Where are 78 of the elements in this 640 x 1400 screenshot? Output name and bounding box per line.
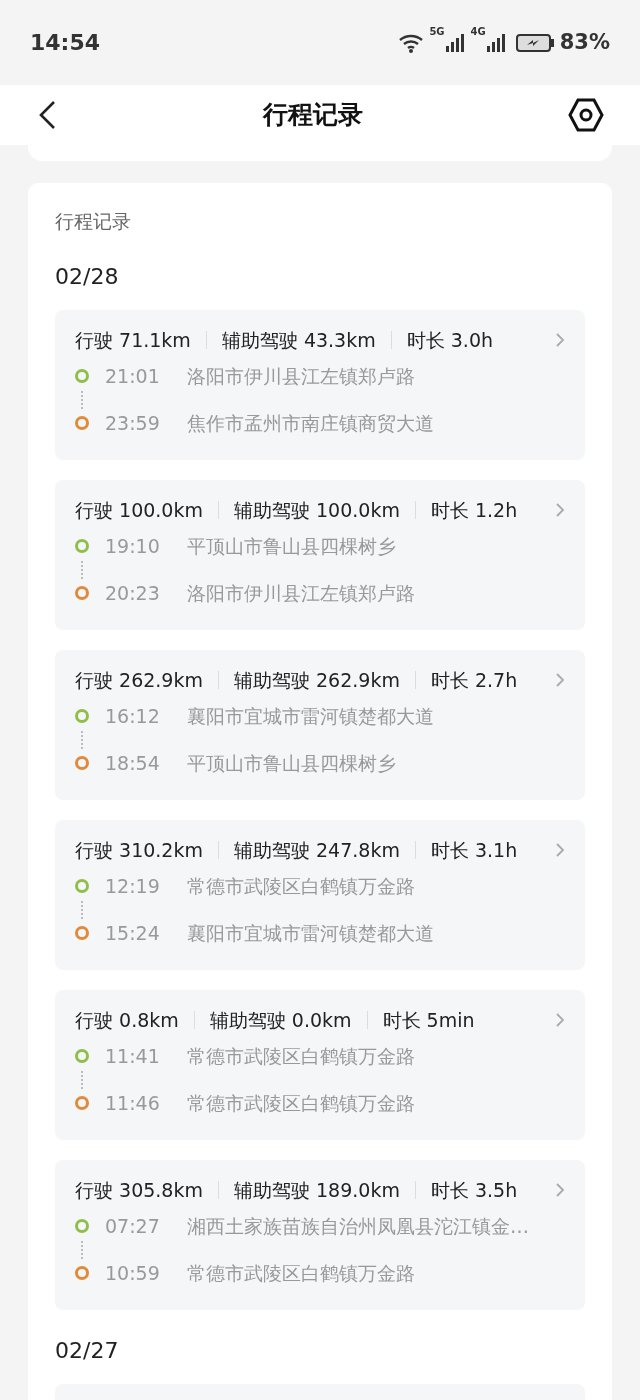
end-time: 10:59 [105, 1260, 161, 1286]
route-point-icon [75, 369, 89, 384]
trip-card[interactable]: 行驶 305.8km 辅助驾驶 189.0km 时长 3.5h 07:27 湘西土家族苗族自治州凤凰县沱江镇金… 10:59 常德市武陵区白鹤镇万金路 [55, 1159, 585, 1310]
chevron-right-icon[interactable] [555, 671, 565, 688]
distance-stat: 行驶 310.2km [75, 837, 203, 863]
start-time: 19:10 [105, 534, 161, 559]
duration-stat: 时长 3.1h [430, 837, 518, 863]
end-location: 襄阳市宜城市雷河镇楚都大道 [187, 920, 434, 946]
end-time: 23:59 [105, 410, 161, 436]
start-location: 常德市武陵区白鹤镇万金路 [187, 874, 415, 899]
start-time: 12:19 [105, 874, 161, 899]
assisted-driving-stat: 辅助驾驶 0.0km [209, 1007, 352, 1033]
end-location: 平顶山市鲁山县四棵树乡 [187, 750, 396, 776]
assisted-driving-stat: 辅助驾驶 189.0km [233, 1177, 400, 1203]
trip-card[interactable]: 行驶 71.1km 辅助驾驶 43.3km 时长 3.0h 21:01 洛阳市伊川县江左镇郑卢路 23:59 焦作市孟州市南庄镇商贸大道 [55, 309, 585, 460]
clock-time: 14:54 [30, 29, 101, 57]
route-point-icon [75, 415, 89, 430]
network-label: 4G [470, 26, 486, 37]
chevron-right-icon[interactable] [555, 331, 565, 348]
section-title: 行程记录 [55, 209, 132, 234]
route-point-icon [75, 1095, 89, 1110]
settings-icon[interactable] [568, 98, 604, 132]
distance-stat: 行驶 71.1km [75, 327, 191, 353]
chevron-right-icon[interactable] [555, 1011, 565, 1028]
trip-card[interactable]: 行驶 100.0km 辅助驾驶 100.0km 时长 1.2h 19:10 平顶山市鲁山县四棵树乡 20:23 洛阳市伊川县江左镇郑卢路 [55, 479, 585, 630]
distance-stat: 行驶 100.0km [75, 497, 203, 523]
signal-icon [485, 32, 508, 53]
date-heading: 02/27 [55, 1339, 120, 1362]
end-time: 15:24 [105, 920, 161, 946]
assisted-driving-stat: 辅助驾驶 247.8km [233, 837, 400, 863]
route-point-icon [75, 1265, 89, 1280]
network-label: 5G [429, 26, 445, 37]
route-point-icon [75, 585, 89, 600]
route-point-icon [75, 539, 89, 554]
end-location: 焦作市孟州市南庄镇商贸大道 [187, 410, 434, 436]
start-time: 21:01 [105, 364, 161, 389]
duration-stat: 时长 3.5h [430, 1177, 518, 1203]
duration-stat: 时长 2.7h [430, 667, 518, 693]
route-point-icon [75, 879, 89, 894]
start-location: 洛阳市伊川县江左镇郑卢路 [187, 364, 415, 389]
chevron-right-icon[interactable] [555, 501, 565, 518]
battery-charging-icon [515, 32, 556, 53]
distance-stat: 行驶 305.8km [75, 1177, 203, 1203]
start-location: 襄阳市宜城市雷河镇楚都大道 [187, 704, 434, 729]
start-location: 湘西土家族苗族自治州凤凰县沱江镇金… [187, 1214, 529, 1239]
route-point-icon [75, 1049, 89, 1064]
end-time: 18:54 [105, 750, 161, 776]
signal-icon [444, 32, 467, 53]
start-time: 16:12 [105, 704, 161, 729]
duration-stat: 时长 3.0h [406, 327, 494, 353]
assisted-driving-stat: 辅助驾驶 43.3km [221, 327, 376, 353]
battery-percentage: 83% [559, 28, 610, 56]
route-point-icon [75, 1219, 89, 1234]
end-location: 常德市武陵区白鹤镇万金路 [187, 1090, 415, 1116]
end-time: 20:23 [105, 580, 161, 606]
date-heading: 02/28 [55, 265, 120, 288]
end-location: 洛阳市伊川县江左镇郑卢路 [187, 580, 415, 606]
route-point-icon [75, 755, 89, 770]
start-location: 常德市武陵区白鹤镇万金路 [187, 1044, 415, 1069]
distance-stat: 行驶 262.9km [75, 667, 203, 693]
start-location: 平顶山市鲁山县四棵树乡 [187, 534, 396, 559]
end-time: 11:46 [105, 1090, 161, 1116]
distance-stat: 行驶 0.8km [75, 1007, 179, 1033]
page-title: 行程记录 [263, 99, 363, 132]
trip-card[interactable]: 行驶 0.8km 辅助驾驶 0.0km 时长 5min 11:41 常德市武陵区白鹤镇万金路 11:46 常德市武陵区白鹤镇万金路 [55, 989, 585, 1140]
duration-stat: 时长 5min [382, 1007, 475, 1033]
duration-stat: 时长 1.2h [430, 497, 518, 523]
trip-card[interactable]: 行驶 310.2km 辅助驾驶 247.8km 时长 3.1h 12:19 常德市武陵区白鹤镇万金路 15:24 襄阳市宜城市雷河镇楚都大道 [55, 819, 585, 970]
assisted-driving-stat: 辅助驾驶 262.9km [233, 667, 400, 693]
assisted-driving-stat: 辅助驾驶 100.0km [233, 497, 400, 523]
chevron-right-icon[interactable] [555, 841, 565, 858]
start-time: 11:41 [105, 1044, 161, 1069]
trip-card[interactable]: 行驶 262.9km 辅助驾驶 262.9km 时长 2.7h 16:12 襄阳市宜城市雷河镇楚都大道 18:54 平顶山市鲁山县四棵树乡 [55, 649, 585, 800]
chevron-right-icon[interactable] [555, 1181, 565, 1198]
end-location: 常德市武陵区白鹤镇万金路 [187, 1260, 415, 1286]
route-point-icon [75, 709, 89, 724]
route-point-icon [75, 925, 89, 940]
start-time: 07:27 [105, 1214, 161, 1239]
